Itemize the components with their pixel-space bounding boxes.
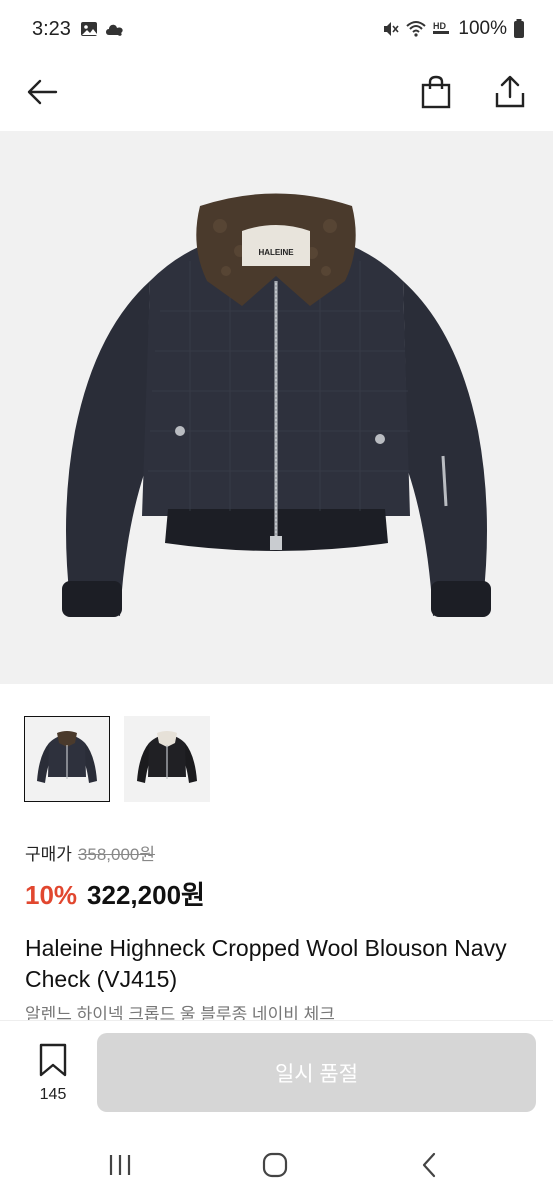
share-icon bbox=[495, 75, 525, 108]
system-nav-bar bbox=[0, 1130, 553, 1200]
thumbnail-navy[interactable] bbox=[24, 716, 110, 802]
wifi-icon bbox=[406, 21, 427, 37]
thumb-jacket-navy-image bbox=[37, 731, 97, 783]
home-icon bbox=[262, 1152, 288, 1178]
hd-voice-icon: HD bbox=[433, 21, 450, 34]
recent-apps-icon bbox=[109, 1155, 131, 1175]
wishlist-count: 145 bbox=[39, 1086, 67, 1103]
product-title-en: Haleine Highneck Cropped Wool Blouson Na… bbox=[25, 935, 507, 992]
top-nav bbox=[0, 60, 553, 130]
status-right: HD 100% bbox=[382, 18, 525, 40]
wishlist-button[interactable]: 145 bbox=[30, 1043, 76, 1104]
price-label-row: 구매가 358,000원 bbox=[25, 840, 205, 865]
share-button[interactable] bbox=[488, 70, 532, 114]
price-block: 구매가 358,000원 10% 322,200원 bbox=[25, 840, 205, 912]
status-time: 3:23 bbox=[32, 18, 71, 40]
thumbnail-black[interactable] bbox=[124, 716, 210, 802]
battery-percent: 100% bbox=[458, 18, 507, 39]
battery-icon bbox=[514, 19, 524, 38]
shopping-bag-icon bbox=[421, 75, 451, 109]
jacket-illustration: HALEINE bbox=[62, 193, 491, 617]
status-bar: 3:23 HD 100% bbox=[0, 0, 553, 60]
back-button[interactable] bbox=[20, 70, 64, 114]
bottom-action-bar: 145 일시 품절 bbox=[0, 1020, 553, 1130]
recent-apps-button[interactable] bbox=[100, 1148, 140, 1182]
sale-price: 322,200원 bbox=[87, 880, 205, 910]
back-arrow-icon bbox=[27, 79, 58, 105]
thumbnail-strip bbox=[24, 716, 210, 802]
cloud-icon bbox=[106, 24, 123, 36]
price-row: 10% 322,200원 bbox=[25, 875, 205, 912]
bookmark-icon bbox=[39, 1043, 67, 1077]
product-image[interactable]: HALEINE bbox=[0, 131, 553, 684]
gallery-icon bbox=[81, 22, 97, 36]
cart-button[interactable] bbox=[414, 70, 458, 114]
system-back-button[interactable] bbox=[410, 1148, 450, 1182]
price-label: 구매가 bbox=[25, 845, 72, 864]
original-price: 358,000원 bbox=[77, 845, 156, 864]
discount-rate: 10% bbox=[25, 880, 78, 910]
soldout-button[interactable]: 일시 품절 bbox=[97, 1033, 536, 1112]
chevron-left-icon bbox=[422, 1152, 436, 1178]
home-button[interactable] bbox=[255, 1148, 295, 1182]
thumb-jacket-black-image bbox=[137, 731, 197, 783]
brand-label: HALEINE bbox=[258, 248, 294, 257]
svg-text:HD: HD bbox=[433, 21, 446, 31]
status-left-icons bbox=[80, 20, 126, 38]
mute-icon bbox=[384, 22, 400, 36]
